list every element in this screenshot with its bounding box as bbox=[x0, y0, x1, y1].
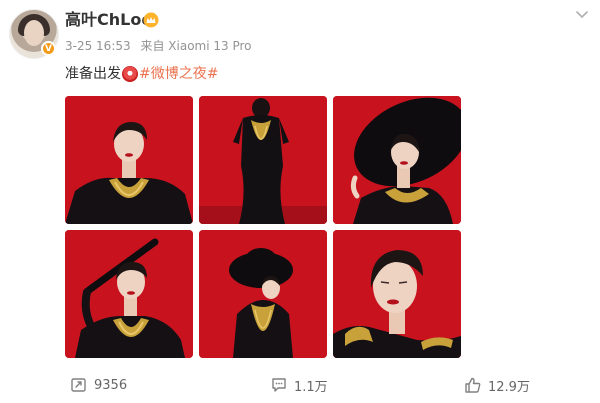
comment-count: 1.1万 bbox=[294, 379, 328, 395]
comment-button[interactable]: 1.1万 bbox=[270, 371, 328, 399]
photo-6[interactable] bbox=[333, 230, 461, 358]
post-meta: 3-25 16:53 来自 Xiaomi 13 Pro bbox=[65, 38, 258, 54]
repost-button[interactable]: 9356 bbox=[70, 371, 127, 399]
image-grid bbox=[65, 96, 461, 358]
comment-icon bbox=[272, 378, 286, 392]
post-text-prefix: 准备出发 bbox=[65, 66, 121, 82]
verified-badge-icon: V bbox=[41, 41, 56, 56]
timestamp[interactable]: 3-25 16:53 bbox=[65, 39, 131, 53]
photo-4[interactable] bbox=[65, 230, 193, 358]
crown-icon[interactable] bbox=[143, 12, 159, 28]
repost-icon bbox=[71, 378, 86, 392]
photo-5[interactable] bbox=[199, 230, 327, 358]
weibo-post: V 高叶ChLoe 3-25 16:53 来自 Xiaomi 13 Pro 准备… bbox=[0, 0, 600, 403]
like-count: 12.9万 bbox=[488, 379, 530, 395]
thumbs-up-icon bbox=[465, 377, 481, 393]
chevron-down-icon[interactable] bbox=[574, 6, 590, 22]
source-device: 来自 Xiaomi 13 Pro bbox=[140, 39, 252, 53]
post-text: 准备出发 #微博之夜# bbox=[65, 63, 218, 85]
photo-2[interactable] bbox=[199, 96, 327, 224]
photo-1[interactable] bbox=[65, 96, 193, 224]
topic-link[interactable]: #微博之夜# bbox=[139, 63, 218, 85]
repost-count: 9356 bbox=[94, 377, 128, 393]
like-button[interactable]: 12.9万 bbox=[464, 371, 530, 399]
post-actions: 9356 1.1万 12.9万 bbox=[0, 371, 600, 399]
photo-3[interactable] bbox=[333, 96, 461, 224]
target-emoji-icon bbox=[122, 66, 138, 82]
username[interactable]: 高叶ChLoe bbox=[65, 9, 152, 31]
